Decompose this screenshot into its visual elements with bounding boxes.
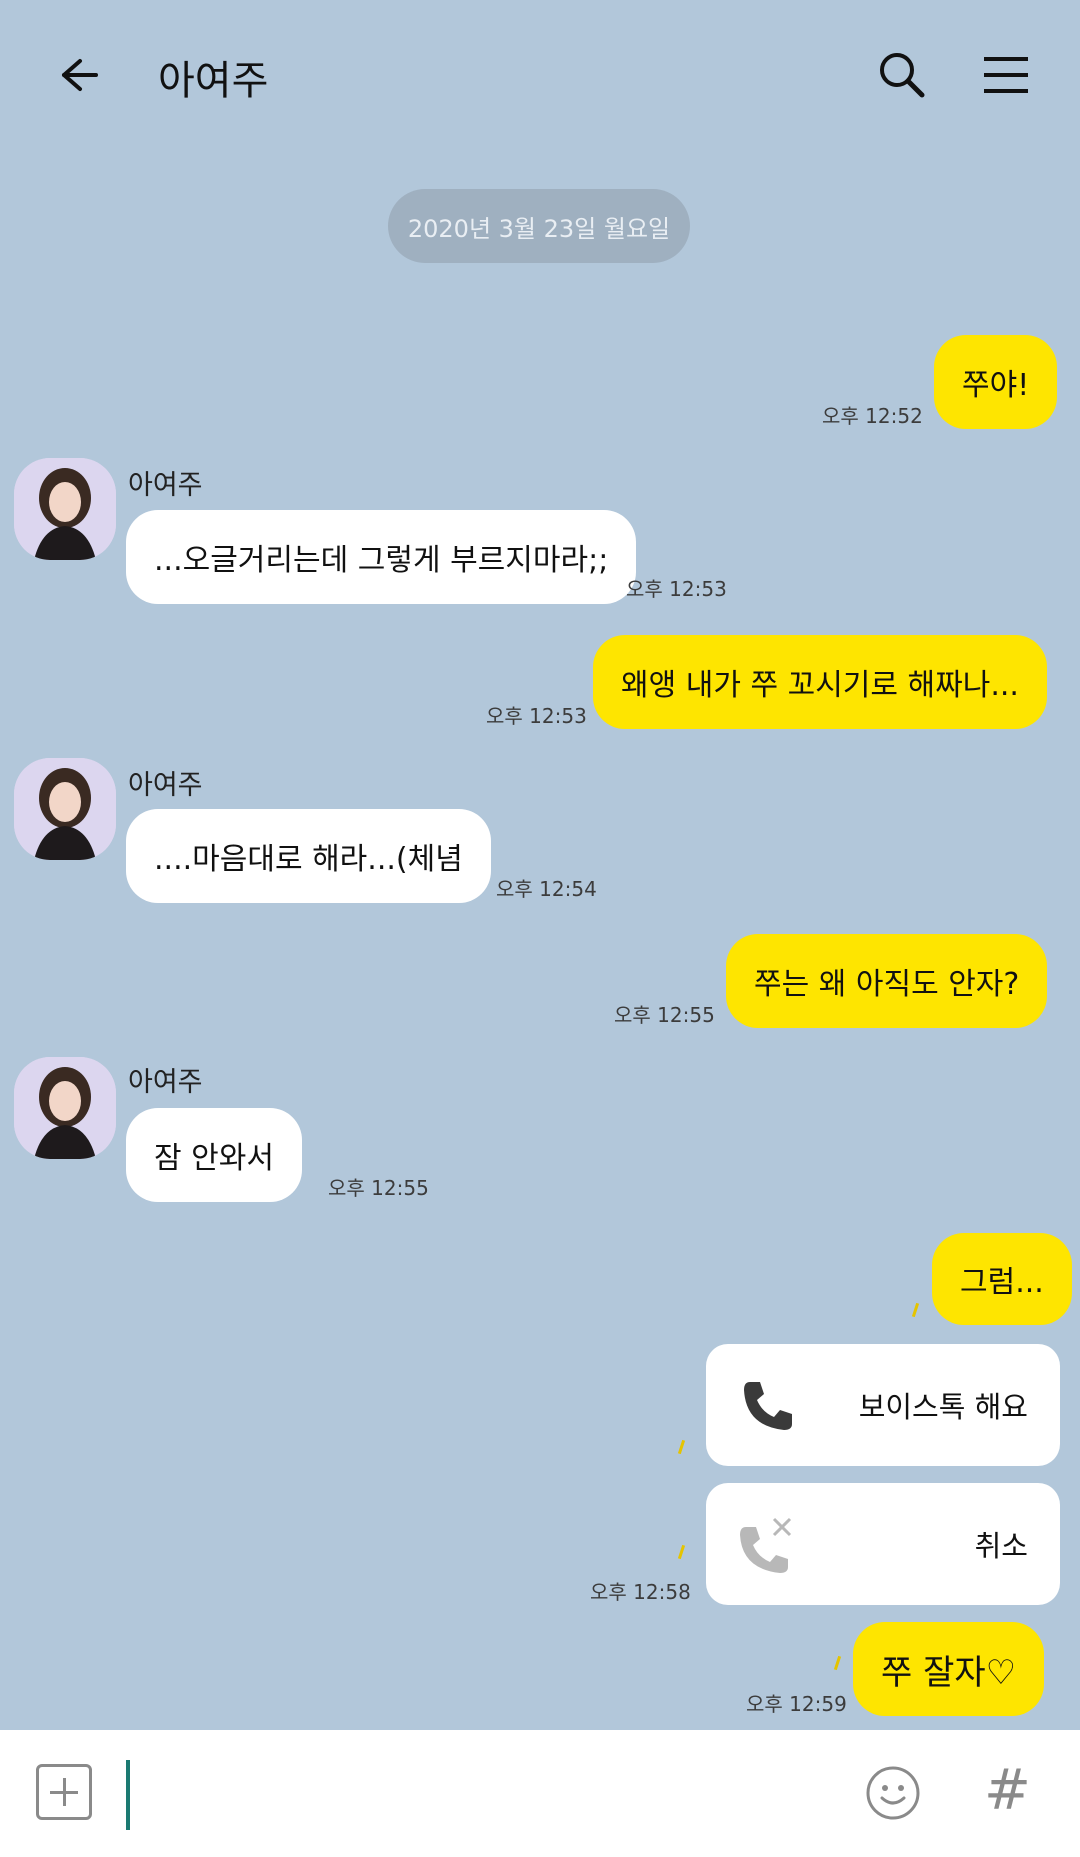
- message-time: 오후 12:58: [590, 1580, 691, 1604]
- unread-tick: [833, 1655, 842, 1671]
- menu-icon[interactable]: [976, 45, 1036, 105]
- sender-name: 아여주: [128, 1067, 203, 1098]
- unread-tick: [677, 1439, 686, 1455]
- unread-tick: [677, 1544, 686, 1560]
- cancel-label: 취소: [974, 1529, 1028, 1563]
- voice-talk-label: 보이스톡 해요: [858, 1390, 1028, 1424]
- my-message-bubble[interactable]: 그럼...: [932, 1233, 1072, 1325]
- date-divider: 2020년 3월 23일 월요일: [388, 189, 690, 263]
- my-message-bubble[interactable]: 왜앵 내가 쭈 꼬시기로 해짜나...: [593, 635, 1047, 729]
- profile-photo-icon: [14, 758, 116, 860]
- avatar[interactable]: [14, 458, 116, 560]
- hashtag-search-icon[interactable]: #: [984, 1758, 1031, 1823]
- text-cursor: [126, 1760, 130, 1830]
- search-icon[interactable]: [872, 45, 932, 105]
- voice-talk-card[interactable]: 보이스톡 해요: [706, 1344, 1060, 1466]
- unread-tick: [911, 1302, 920, 1318]
- message-time: 오후 12:55: [328, 1176, 429, 1200]
- my-message-bubble[interactable]: 쭈는 왜 아직도 안자?: [726, 934, 1048, 1028]
- profile-photo-icon: [14, 458, 116, 560]
- message-input-bar: #: [0, 1730, 1080, 1857]
- phone-icon: [744, 1382, 792, 1430]
- message-time: 오후 12:54: [496, 877, 597, 901]
- their-message-bubble[interactable]: ....마음대로 해라...(체념: [126, 809, 491, 903]
- chat-title: 아여주: [158, 58, 269, 104]
- their-message-bubble[interactable]: ...오글거리는데 그렇게 부르지마라;;: [126, 510, 637, 604]
- profile-photo-icon: [14, 1057, 116, 1159]
- message-time: 오후 12:53: [486, 704, 587, 728]
- voice-talk-cancel-card[interactable]: 취소: [706, 1483, 1060, 1605]
- message-time: 오후 12:55: [614, 1003, 715, 1027]
- add-attachment-button[interactable]: [36, 1764, 92, 1820]
- message-time: 오후 12:52: [822, 404, 923, 428]
- message-time: 오후 12:53: [626, 577, 727, 601]
- back-arrow-icon[interactable]: [48, 45, 108, 105]
- avatar[interactable]: [14, 1057, 116, 1159]
- my-message-bubble[interactable]: 쭈 잘자♡: [853, 1622, 1045, 1716]
- sender-name: 아여주: [128, 770, 203, 801]
- message-time: 오후 12:59: [746, 1692, 847, 1716]
- avatar[interactable]: [14, 758, 116, 860]
- message-input[interactable]: [140, 1755, 840, 1835]
- my-message-bubble[interactable]: 쭈야!: [934, 335, 1058, 429]
- chat-header: 아여주: [0, 0, 1080, 150]
- emoji-icon[interactable]: [864, 1764, 922, 1822]
- their-message-bubble[interactable]: 잠 안와서: [126, 1108, 302, 1202]
- sender-name: 아여주: [128, 470, 203, 501]
- phone-cancel-icon: [740, 1517, 792, 1573]
